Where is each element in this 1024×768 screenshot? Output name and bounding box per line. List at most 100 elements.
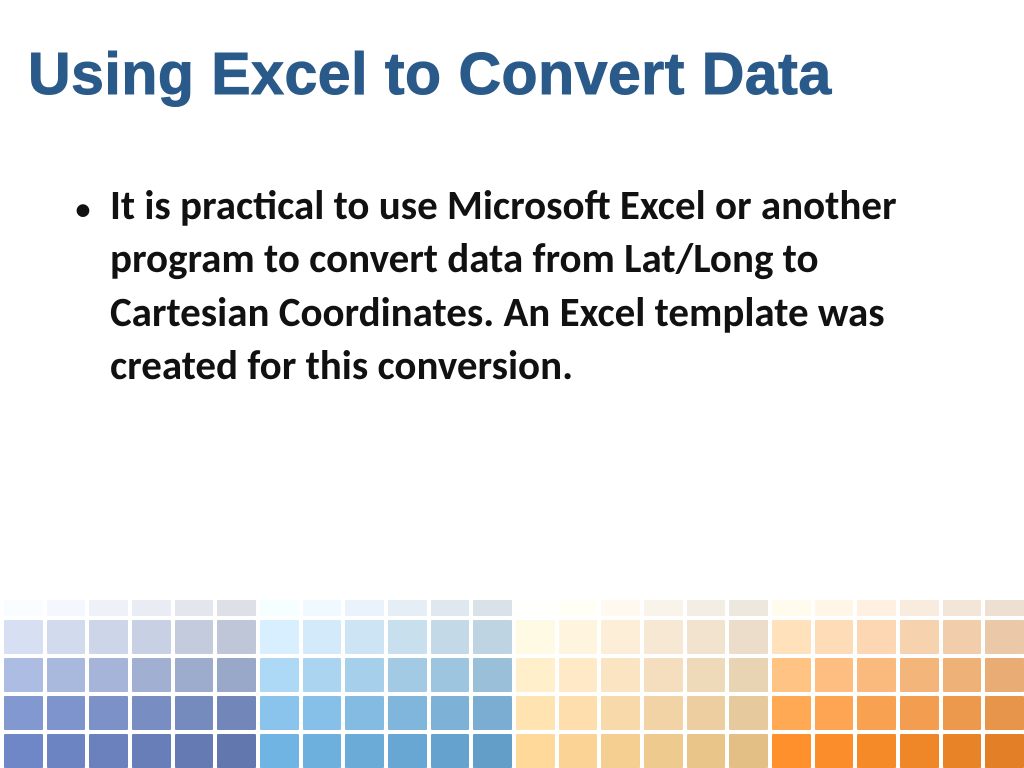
- footer-grid-cell: [175, 600, 214, 616]
- footer-grid-row: [0, 598, 1024, 618]
- footer-grid-cell: [89, 696, 128, 730]
- footer-grid-cell: [345, 620, 384, 654]
- footer-grid-row: [0, 732, 1024, 768]
- footer-grid-cell: [4, 600, 43, 616]
- footer-grid-cell: [559, 696, 598, 730]
- footer-grid-cell: [473, 696, 512, 730]
- footer-grid-cell: [985, 696, 1024, 730]
- footer-grid-cell: [943, 696, 982, 730]
- footer-grid-cell: [345, 600, 384, 616]
- footer-grid-cell: [815, 600, 854, 616]
- footer-grid-cell: [260, 600, 299, 616]
- footer-grid-cell: [132, 620, 171, 654]
- footer-grid-cell: [644, 696, 683, 730]
- footer-grid-cell: [516, 696, 555, 730]
- slide-title: Using Excel to Convert Data: [28, 40, 996, 108]
- footer-grid-cell: [516, 600, 555, 616]
- footer-grid-cell: [388, 734, 427, 768]
- footer-grid-cell: [303, 734, 342, 768]
- footer-grid-cell: [217, 696, 256, 730]
- footer-grid-cell: [345, 658, 384, 692]
- footer-grid-cell: [473, 734, 512, 768]
- footer-grid-cell: [132, 600, 171, 616]
- footer-grid-cell: [900, 658, 939, 692]
- footer-grid-cell: [345, 696, 384, 730]
- footer-grid-cell: [772, 600, 811, 616]
- footer-grid-cell: [388, 658, 427, 692]
- footer-grid-cell: [431, 620, 470, 654]
- footer-grid-cell: [132, 696, 171, 730]
- footer-grid-cell: [985, 658, 1024, 692]
- footer-grid-cell: [303, 600, 342, 616]
- footer-grid-cell: [559, 734, 598, 768]
- bullet-marker-icon: •: [74, 180, 92, 238]
- footer-grid-cell: [857, 658, 896, 692]
- footer-color-grid: [0, 598, 1024, 768]
- footer-grid-cell: [175, 696, 214, 730]
- footer-grid-cell: [217, 600, 256, 616]
- footer-grid-cell: [303, 620, 342, 654]
- footer-grid-cell: [943, 620, 982, 654]
- footer-grid-cell: [815, 734, 854, 768]
- footer-grid-cell: [943, 734, 982, 768]
- footer-grid-cell: [303, 696, 342, 730]
- footer-grid-cell: [260, 658, 299, 692]
- footer-grid-cell: [431, 734, 470, 768]
- footer-grid-cell: [601, 620, 640, 654]
- footer-grid-cell: [260, 734, 299, 768]
- footer-grid-row: [0, 656, 1024, 694]
- footer-grid-cell: [644, 734, 683, 768]
- footer-grid-cell: [260, 620, 299, 654]
- footer-grid-cell: [857, 734, 896, 768]
- footer-grid-cell: [388, 600, 427, 616]
- footer-grid-cell: [89, 600, 128, 616]
- footer-grid-cell: [303, 658, 342, 692]
- footer-grid-cell: [175, 620, 214, 654]
- footer-grid-cell: [516, 734, 555, 768]
- footer-grid-cell: [4, 620, 43, 654]
- footer-grid-cell: [772, 696, 811, 730]
- footer-grid-cell: [559, 620, 598, 654]
- footer-grid-cell: [217, 620, 256, 654]
- footer-grid-cell: [473, 620, 512, 654]
- footer-grid-cell: [772, 734, 811, 768]
- slide-body: • It is practical to use Microsoft Excel…: [70, 180, 984, 393]
- footer-grid-cell: [729, 658, 768, 692]
- footer-grid-cell: [132, 734, 171, 768]
- footer-grid-cell: [729, 620, 768, 654]
- footer-grid-cell: [815, 696, 854, 730]
- footer-grid-cell: [89, 620, 128, 654]
- footer-grid-cell: [175, 658, 214, 692]
- footer-grid-cell: [47, 600, 86, 616]
- footer-grid-cell: [729, 696, 768, 730]
- footer-grid-cell: [857, 620, 896, 654]
- footer-grid-cell: [47, 734, 86, 768]
- footer-grid-cell: [47, 620, 86, 654]
- footer-grid-cell: [47, 696, 86, 730]
- footer-grid-cell: [687, 734, 726, 768]
- footer-grid-row: [0, 618, 1024, 656]
- footer-grid-cell: [687, 620, 726, 654]
- footer-grid-cell: [516, 658, 555, 692]
- footer-grid-cell: [900, 600, 939, 616]
- footer-grid-cell: [431, 658, 470, 692]
- bullet-item: • It is practical to use Microsoft Excel…: [70, 180, 984, 393]
- bullet-text: It is practical to use Microsoft Excel o…: [110, 180, 984, 393]
- footer-grid-row: [0, 694, 1024, 732]
- footer-grid-cell: [772, 658, 811, 692]
- footer-grid-cell: [473, 600, 512, 616]
- footer-grid-cell: [431, 600, 470, 616]
- footer-grid-cell: [473, 658, 512, 692]
- footer-grid-cell: [729, 600, 768, 616]
- footer-grid-cell: [217, 734, 256, 768]
- footer-grid-cell: [601, 696, 640, 730]
- footer-grid-cell: [559, 658, 598, 692]
- footer-grid-cell: [857, 696, 896, 730]
- footer-grid-cell: [217, 658, 256, 692]
- footer-grid-cell: [388, 696, 427, 730]
- slide: Using Excel to Convert Data • It is prac…: [0, 0, 1024, 768]
- footer-grid-cell: [175, 734, 214, 768]
- footer-grid-cell: [985, 620, 1024, 654]
- footer-grid-cell: [4, 734, 43, 768]
- footer-grid-cell: [4, 696, 43, 730]
